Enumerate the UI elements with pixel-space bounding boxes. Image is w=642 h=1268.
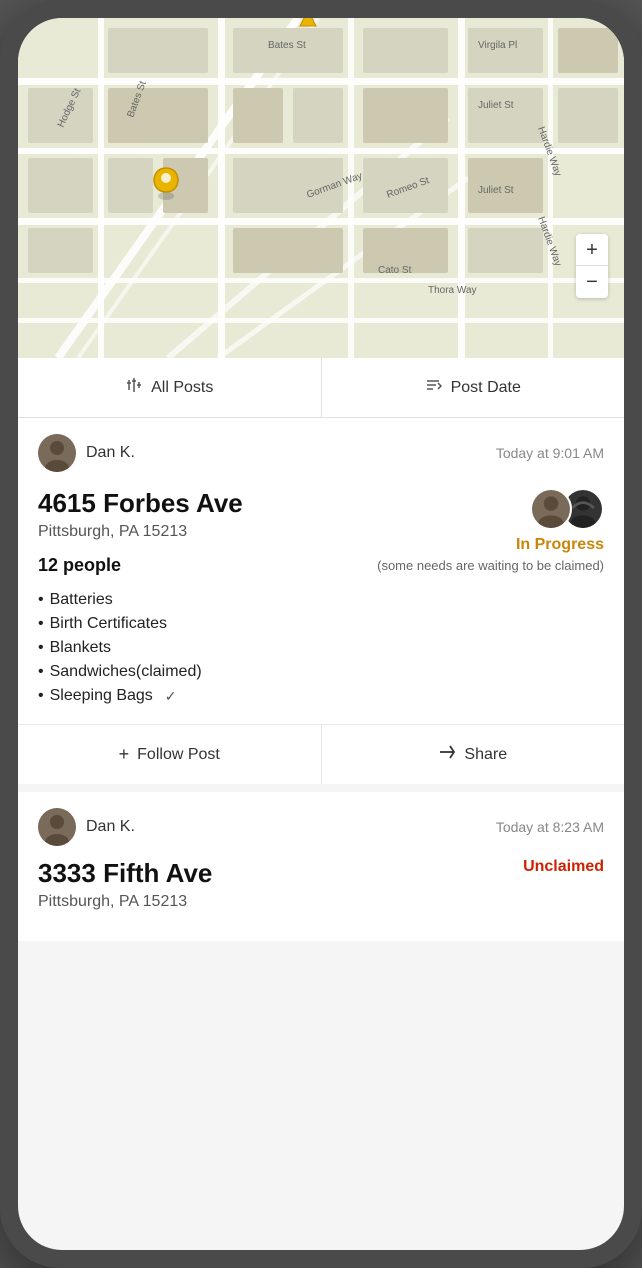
need-item-birth-cert: Birth Certificates xyxy=(38,612,377,636)
post-status-area-1: In Progress (some needs are waiting to b… xyxy=(377,488,604,573)
share-icon xyxy=(438,743,456,766)
follow-post-button[interactable]: + Follow Post xyxy=(18,725,322,784)
map-section: Hodge St Bates St Bates St Gorman Way Ro… xyxy=(18,18,624,358)
post-body-2: 3333 Fifth Ave Pittsburgh, PA 15213 Uncl… xyxy=(18,854,624,941)
plus-icon: + xyxy=(119,744,130,765)
svg-text:Juliet St: Juliet St xyxy=(478,100,514,111)
all-posts-filter[interactable]: All Posts xyxy=(18,358,322,417)
author-avatar-2 xyxy=(38,808,76,846)
need-item-sleeping-bags: Sleeping Bags ✓ xyxy=(38,684,377,708)
svg-text:Juliet St: Juliet St xyxy=(478,185,514,196)
author-name-1: Dan K. xyxy=(86,444,135,462)
address-main-2: 3333 Fifth Ave xyxy=(38,858,474,889)
post-card-2: Dan K. Today at 8:23 AM 3333 Fifth Ave P… xyxy=(18,792,624,941)
post-actions-1: + Follow Post Share xyxy=(18,724,624,784)
share-button[interactable]: Share xyxy=(322,725,625,784)
needs-list-1: Batteries Birth Certificates Blankets Sa… xyxy=(38,588,377,708)
need-item-batteries: Batteries xyxy=(38,588,377,612)
zoom-in-button[interactable]: + xyxy=(576,234,608,266)
post-status-area-2: Unclaimed xyxy=(474,858,604,876)
map-zoom-controls: + − xyxy=(576,234,608,298)
share-label: Share xyxy=(464,746,507,764)
phone-screen: Hodge St Bates St Bates St Gorman Way Ro… xyxy=(18,18,624,1250)
post-body-1: 4615 Forbes Ave Pittsburgh, PA 15213 12 … xyxy=(18,480,624,724)
volunteer-avatar-male xyxy=(530,488,572,530)
follow-post-label: Follow Post xyxy=(137,746,220,764)
all-posts-label: All Posts xyxy=(151,379,213,397)
svg-text:Cato St: Cato St xyxy=(378,265,412,276)
phone-frame: Hodge St Bates St Bates St Gorman Way Ro… xyxy=(0,0,642,1268)
post-time-2: Today at 8:23 AM xyxy=(496,819,604,835)
status-label-2: Unclaimed xyxy=(523,858,604,876)
post-header-2: Dan K. Today at 8:23 AM xyxy=(18,792,624,854)
author-avatar-1 xyxy=(38,434,76,472)
post-address-2: 3333 Fifth Ave Pittsburgh, PA 15213 xyxy=(38,858,474,925)
filter-icon xyxy=(125,376,143,399)
post-author-2: Dan K. xyxy=(38,808,135,846)
post-author-1: Dan K. xyxy=(38,434,135,472)
post-date-label: Post Date xyxy=(451,379,521,397)
need-item-sandwiches: Sandwiches(claimed) xyxy=(38,660,377,684)
zoom-out-button[interactable]: − xyxy=(576,266,608,298)
svg-text:Virgila Pl: Virgila Pl xyxy=(478,40,517,51)
address-main-1: 4615 Forbes Ave xyxy=(38,488,377,519)
post-card-1: Dan K. Today at 9:01 AM 4615 Forbes Ave … xyxy=(18,418,624,784)
post-time-1: Today at 9:01 AM xyxy=(496,445,604,461)
people-count-1: 12 people xyxy=(38,555,377,576)
status-label-1: In Progress xyxy=(516,536,604,554)
volunteer-avatars-1 xyxy=(530,488,604,530)
post-address-1: 4615 Forbes Ave Pittsburgh, PA 15213 12 … xyxy=(38,488,377,708)
status-note-1: (some needs are waiting to be claimed) xyxy=(377,558,604,573)
post-header-1: Dan K. Today at 9:01 AM xyxy=(18,418,624,480)
address-sub-2: Pittsburgh, PA 15213 xyxy=(38,893,474,911)
need-item-blankets: Blankets xyxy=(38,636,377,660)
svg-text:Bates St: Bates St xyxy=(268,40,306,51)
author-name-2: Dan K. xyxy=(86,818,135,836)
svg-text:Thora Way: Thora Way xyxy=(428,285,477,296)
chevron-down-icon: ✓ xyxy=(165,688,177,705)
post-date-filter[interactable]: Post Date xyxy=(322,358,625,417)
address-sub-1: Pittsburgh, PA 15213 xyxy=(38,523,377,541)
sort-icon xyxy=(425,376,443,399)
filter-bar: All Posts Post Date xyxy=(18,358,624,418)
